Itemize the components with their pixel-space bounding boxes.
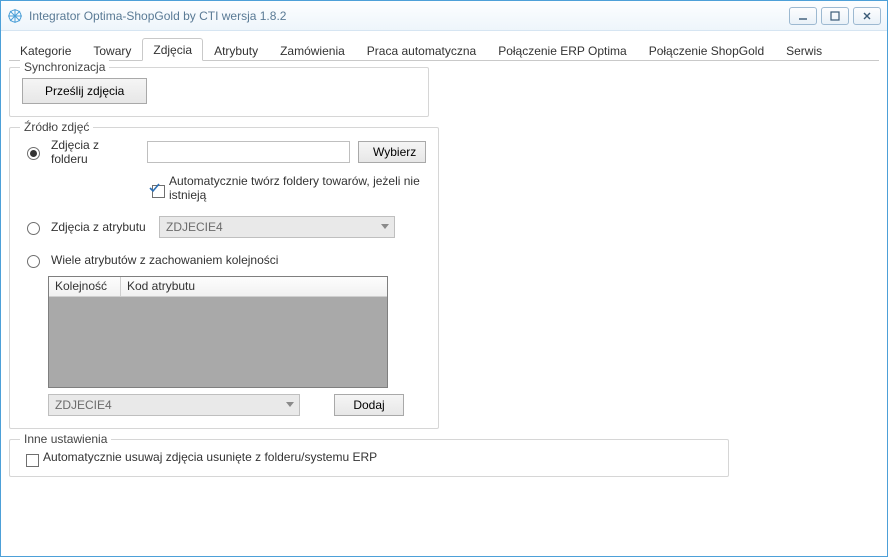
tab-erp-optima[interactable]: Połączenie ERP Optima <box>487 39 638 61</box>
grid-header: Kolejność Kod atrybutu <box>49 277 387 297</box>
titlebar: Integrator Optima-ShopGold by CTI wersja… <box>1 1 887 31</box>
tab-zamowienia[interactable]: Zamówienia <box>269 39 356 61</box>
radio-attr[interactable] <box>27 222 40 235</box>
row-folder: Zdjęcia z folderu Wybierz <box>22 138 426 166</box>
label-multi[interactable]: Wiele atrybutów z zachowaniem kolejności <box>51 253 278 267</box>
attr-combo[interactable]: ZDJECIE4 <box>159 216 395 238</box>
row-auto-delete: Automatycznie usuwaj zdjęcia usunięte z … <box>22 450 716 464</box>
row-attr: Zdjęcia z atrybutu ZDJECIE4 <box>22 216 426 238</box>
group-synchronizacja: Synchronizacja Prześlij zdjęcia <box>9 67 429 117</box>
app-icon <box>7 8 23 24</box>
radio-multi[interactable] <box>27 255 40 268</box>
col-order[interactable]: Kolejność <box>49 277 121 296</box>
attr-grid[interactable]: Kolejność Kod atrybutu <box>48 276 388 388</box>
tab-praca-auto[interactable]: Praca automatyczna <box>356 39 487 61</box>
add-button[interactable]: Dodaj <box>334 394 404 416</box>
label-folder[interactable]: Zdjęcia z folderu <box>51 138 139 166</box>
col-code[interactable]: Kod atrybutu <box>121 277 387 296</box>
tab-serwis[interactable]: Serwis <box>775 39 833 61</box>
maximize-button[interactable] <box>821 7 849 25</box>
upload-button[interactable]: Prześlij zdjęcia <box>22 78 147 104</box>
radio-folder[interactable] <box>27 147 40 160</box>
label-auto-folders: Automatycznie twórz foldery towarów, jeż… <box>169 174 426 202</box>
tab-shopgold[interactable]: Połączenie ShopGold <box>638 39 775 61</box>
window-controls <box>789 7 881 25</box>
label-attr[interactable]: Zdjęcia z atrybutu <box>51 220 151 234</box>
tab-kategorie[interactable]: Kategorie <box>9 39 82 61</box>
group-inne: Inne ustawienia Automatycznie usuwaj zdj… <box>9 439 729 477</box>
browse-button[interactable]: Wybierz <box>358 141 426 163</box>
chevron-down-icon <box>376 224 394 230</box>
multi-block: Kolejność Kod atrybutu ZDJECIE4 Dodaj <box>48 276 426 416</box>
tab-towary[interactable]: Towary <box>82 39 142 61</box>
chevron-down-icon <box>281 402 299 408</box>
client-area: Kategorie Towary Zdjęcia Atrybuty Zamówi… <box>1 31 887 556</box>
close-button[interactable] <box>853 7 881 25</box>
app-window: Integrator Optima-ShopGold by CTI wersja… <box>0 0 888 557</box>
group-legend: Źródło zdjęć <box>20 120 93 134</box>
row-multi: Wiele atrybutów z zachowaniem kolejności <box>22 252 426 268</box>
checkbox-auto-folders[interactable] <box>152 185 165 198</box>
multi-combo[interactable]: ZDJECIE4 <box>48 394 300 416</box>
minimize-button[interactable] <box>789 7 817 25</box>
checkbox-auto-delete[interactable] <box>26 454 39 467</box>
folder-path-input[interactable] <box>147 141 350 163</box>
group-legend: Inne ustawienia <box>20 432 111 446</box>
group-legend: Synchronizacja <box>20 60 109 74</box>
group-zrodlo: Źródło zdjęć Zdjęcia z folderu Wybierz A… <box>9 127 439 429</box>
label-auto-delete: Automatycznie usuwaj zdjęcia usunięte z … <box>43 450 377 464</box>
window-title: Integrator Optima-ShopGold by CTI wersja… <box>29 9 789 23</box>
attr-combo-text: ZDJECIE4 <box>160 220 376 234</box>
row-multi-controls: ZDJECIE4 Dodaj <box>48 394 426 416</box>
tabstrip: Kategorie Towary Zdjęcia Atrybuty Zamówi… <box>9 37 879 61</box>
multi-combo-text: ZDJECIE4 <box>49 398 281 412</box>
tab-zdjecia[interactable]: Zdjęcia <box>142 38 203 61</box>
row-auto-folders: Automatycznie twórz foldery towarów, jeż… <box>148 174 426 202</box>
tab-atrybuty[interactable]: Atrybuty <box>203 39 269 61</box>
